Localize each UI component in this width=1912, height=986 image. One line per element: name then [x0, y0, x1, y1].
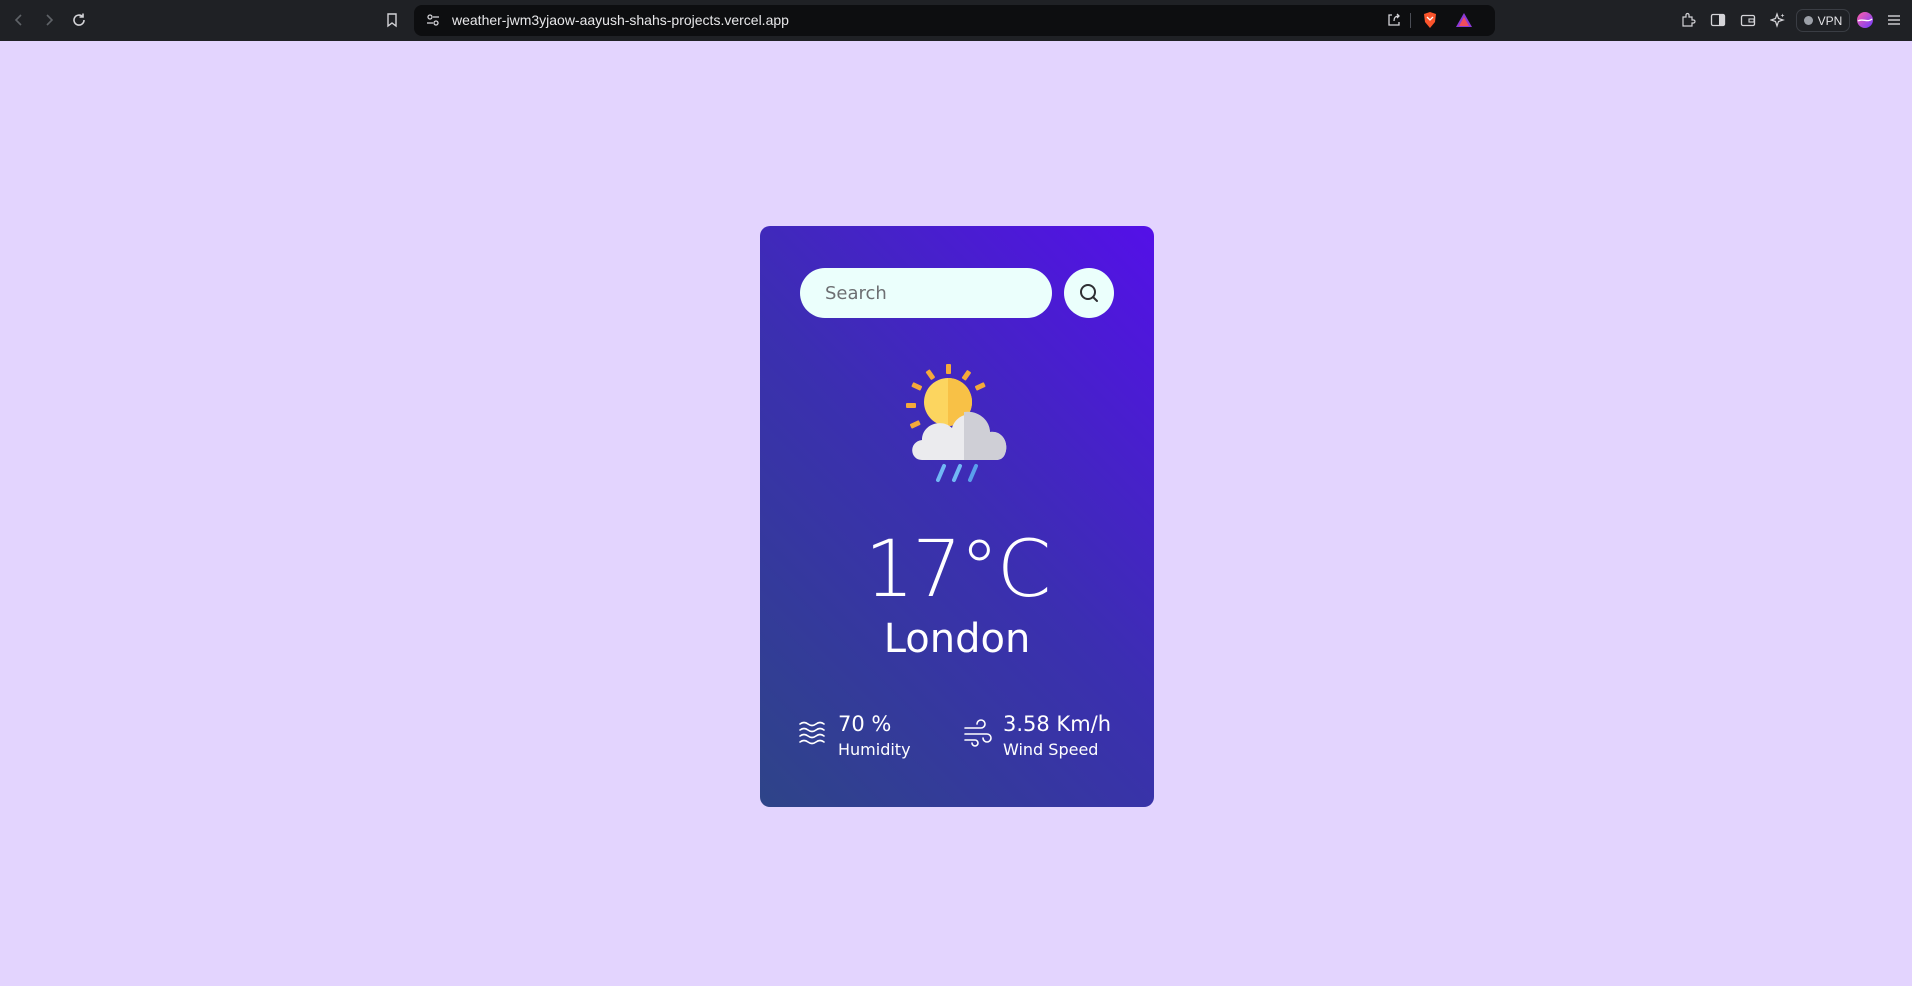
browser-toolbar: weather-jwm3yjaow-aayush-shahs-projects.… — [0, 0, 1912, 41]
wind-label: Wind Speed — [1003, 740, 1099, 759]
reload-button[interactable] — [68, 9, 90, 31]
wind-value: 3.58 Km/h — [1003, 712, 1112, 736]
humidity-text: 70 % Humidity — [838, 710, 911, 762]
profile-avatar-icon[interactable] — [1855, 10, 1875, 30]
share-icon[interactable] — [1384, 10, 1404, 30]
brave-rewards-icon[interactable] — [1454, 10, 1474, 30]
brave-shields-icon[interactable] — [1420, 10, 1440, 30]
url-text: weather-jwm3yjaow-aayush-shahs-projects.… — [452, 12, 789, 28]
bookmark-button[interactable] — [381, 9, 403, 31]
search-input[interactable] — [800, 268, 1052, 318]
city-name: London — [883, 616, 1031, 662]
sun-cloud-rain-icon — [906, 364, 1007, 482]
reload-icon — [73, 13, 85, 26]
chevron-right-icon — [46, 14, 54, 26]
chevron-left-icon — [14, 14, 22, 26]
bookmark-icon — [387, 13, 397, 28]
leo-ai-icon[interactable] — [1768, 10, 1788, 30]
weather-card: 17°C London 70 % Humidity 3.58 Km/h W — [760, 226, 1154, 807]
back-button[interactable] — [8, 9, 30, 31]
search-icon — [1080, 284, 1098, 302]
wallet-icon[interactable] — [1738, 10, 1758, 30]
temperature: 17°C — [864, 525, 1052, 615]
site-settings-icon[interactable] — [423, 10, 443, 30]
humidity-icon — [799, 721, 825, 745]
vpn-label: VPN — [1817, 13, 1843, 28]
vpn-status-icon — [1803, 16, 1813, 25]
wind-text: 3.58 Km/h Wind Speed — [1003, 710, 1111, 762]
forward-button[interactable] — [38, 9, 60, 31]
humidity-value: 70 % — [838, 712, 892, 736]
divider — [1410, 13, 1411, 28]
humidity-label: Humidity — [838, 740, 911, 759]
search-button[interactable] — [1064, 268, 1114, 318]
wind-stat: 3.58 Km/h Wind Speed — [963, 710, 1111, 762]
extensions-icon[interactable] — [1678, 10, 1698, 30]
wind-icon — [964, 719, 992, 747]
humidity-stat: 70 % Humidity — [798, 710, 911, 762]
sidebar-icon[interactable] — [1708, 10, 1728, 30]
address-bar[interactable]: weather-jwm3yjaow-aayush-shahs-projects.… — [414, 5, 1495, 36]
menu-icon[interactable] — [1884, 10, 1904, 30]
vpn-button[interactable]: VPN — [1796, 9, 1850, 32]
